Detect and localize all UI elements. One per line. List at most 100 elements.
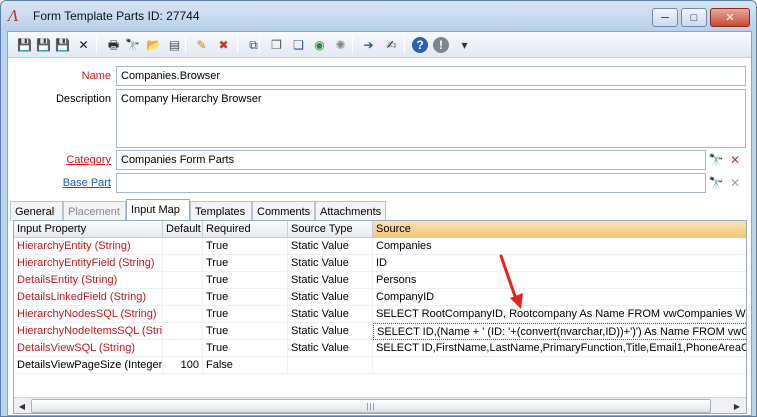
cell-required[interactable]: True: [203, 255, 288, 272]
cell-default[interactable]: [163, 340, 203, 357]
cell-default[interactable]: [163, 323, 203, 340]
base-part-link[interactable]: Base Part: [63, 177, 111, 189]
cell-source[interactable]: SELECT ID,FirstName,LastName,PrimaryFunc…: [373, 340, 746, 357]
horizontal-scrollbar[interactable]: ◀ ||| ▶: [14, 397, 746, 413]
base-part-find-icon[interactable]: 🔭: [708, 175, 724, 191]
cell-required[interactable]: False: [203, 357, 288, 374]
column-header-default[interactable]: Default: [163, 221, 203, 238]
cell-source-type[interactable]: Static Value: [288, 323, 373, 340]
notes-icon[interactable]: ▤: [165, 35, 184, 54]
tab-attachments[interactable]: Attachments: [315, 201, 386, 221]
tab-templates[interactable]: Templates: [190, 201, 252, 221]
cell-required[interactable]: True: [203, 306, 288, 323]
cell-source[interactable]: CompanyID: [373, 289, 746, 306]
web-icon[interactable]: ◉: [310, 35, 329, 54]
tab-placement[interactable]: Placement: [63, 201, 126, 221]
cell-source-type[interactable]: Static Value: [288, 238, 373, 255]
cell-default[interactable]: [163, 272, 203, 289]
cell-default[interactable]: [163, 255, 203, 272]
table-row[interactable]: DetailsViewSQL (String) True Static Value S…: [14, 340, 746, 357]
pen-icon[interactable]: ✍: [382, 35, 401, 54]
cell-required[interactable]: True: [203, 289, 288, 306]
save-all-icon[interactable]: 💾: [53, 35, 72, 54]
table-row[interactable]: HierarchyNodesSQL (String) True Static Val…: [14, 306, 746, 323]
cell-source-type[interactable]: Static Value: [288, 306, 373, 323]
cell-source[interactable]: SELECT ID,(Name + ' (ID: '+(convert(nvar…: [373, 323, 746, 340]
refresh-icon[interactable]: ✺: [331, 35, 350, 54]
cell-source[interactable]: ID: [373, 255, 746, 272]
scroll-left-icon[interactable]: ◀: [14, 399, 30, 413]
cell-default[interactable]: [163, 306, 203, 323]
column-header-source-type[interactable]: Source Type: [288, 221, 373, 238]
cell-default[interactable]: [163, 238, 203, 255]
category-clear-icon[interactable]: ✕: [727, 152, 743, 168]
cancel-edit-icon[interactable]: ✖: [214, 35, 233, 54]
edit-icon[interactable]: ✎: [192, 35, 211, 54]
save-icon[interactable]: 💾: [15, 35, 34, 54]
cell-required[interactable]: True: [203, 272, 288, 289]
category-find-icon[interactable]: 🔭: [708, 152, 724, 168]
delete-icon[interactable]: ✕: [74, 35, 93, 54]
cell-default[interactable]: [163, 289, 203, 306]
cell-property[interactable]: DetailsViewSQL (String): [14, 340, 163, 357]
description-field[interactable]: Company Hierarchy Browser: [116, 89, 746, 148]
cell-source[interactable]: [373, 357, 746, 374]
print-icon[interactable]: 🖶: [104, 35, 123, 54]
save-delete-icon[interactable]: 💾: [34, 35, 53, 54]
table-row[interactable]: DetailsViewPageSize (Integer) 100 False: [14, 357, 746, 374]
tab-general[interactable]: General: [10, 201, 63, 221]
category-link[interactable]: Category: [66, 154, 111, 166]
open-folder-icon[interactable]: 📂: [144, 35, 163, 54]
table-row[interactable]: HierarchyNodeItemsSQL (String) True Static…: [14, 323, 746, 340]
column-header-input-property[interactable]: Input Property: [14, 221, 163, 238]
minimize-button[interactable]: ─: [652, 8, 678, 27]
column-header-source[interactable]: Source: [373, 221, 746, 238]
overflow-icon[interactable]: ▾: [455, 35, 474, 54]
cell-property[interactable]: DetailsLinkedField (String): [14, 289, 163, 306]
scroll-thumb[interactable]: |||: [31, 399, 711, 413]
link-icon[interactable]: ⧉: [244, 35, 263, 54]
maximize-button[interactable]: □: [681, 8, 707, 27]
category-field[interactable]: Companies Form Parts: [116, 150, 706, 170]
cell-source-type[interactable]: Static Value: [288, 255, 373, 272]
cell-property[interactable]: DetailsEntity (String): [14, 272, 163, 289]
cell-source-type[interactable]: Static Value: [288, 340, 373, 357]
cell-source-type[interactable]: Static Value: [288, 289, 373, 306]
cell-source-type[interactable]: [288, 357, 373, 374]
cell-required[interactable]: True: [203, 323, 288, 340]
table-row[interactable]: HierarchyEntityField (String) True Static …: [14, 255, 746, 272]
base-part-field[interactable]: [116, 173, 706, 193]
input-map-grid[interactable]: ◀ ||| ▶ Input Property Default Required Sou…: [13, 220, 747, 414]
paste-icon[interactable]: ❏: [289, 35, 308, 54]
scroll-right-icon[interactable]: ▶: [729, 399, 745, 413]
table-row[interactable]: HierarchyEntity (String) True Static Value…: [14, 238, 746, 255]
close-button[interactable]: ✕: [710, 8, 750, 27]
cell-default[interactable]: 100: [163, 357, 203, 374]
tab-comments[interactable]: Comments: [252, 201, 315, 221]
cell-required[interactable]: True: [203, 340, 288, 357]
copy-icon[interactable]: ❐: [267, 35, 286, 54]
cell-required[interactable]: True: [203, 238, 288, 255]
help-icon[interactable]: ?: [412, 37, 428, 53]
cell-source[interactable]: Companies: [373, 238, 746, 255]
export-icon[interactable]: ➔: [359, 35, 378, 54]
column-header-required[interactable]: Required: [203, 221, 288, 238]
toolbar-separator: [96, 36, 97, 53]
client-area: 💾 💾 💾 ✕ 🖶 🔭 📂 ▤ ✎ ✖ ⧉ ❐ ❏ ◉ ✺ ➔ ✍?! ▾ Name Companies.Brow…: [7, 31, 752, 416]
cell-source[interactable]: Persons: [373, 272, 746, 289]
cell-property[interactable]: HierarchyEntity (String): [14, 238, 163, 255]
tab-input-map[interactable]: Input Map: [126, 199, 190, 221]
cell-property[interactable]: HierarchyEntityField (String): [14, 255, 163, 272]
cell-source-type[interactable]: Static Value: [288, 272, 373, 289]
table-row[interactable]: DetailsEntity (String) True Static Value Pe…: [14, 272, 746, 289]
cell-source[interactable]: SELECT RootCompanyID, Rootcompany As Nam…: [373, 306, 746, 323]
table-row[interactable]: DetailsLinkedField (String) True Static Va…: [14, 289, 746, 306]
cell-property[interactable]: HierarchyNodesSQL (String): [14, 306, 163, 323]
info-icon[interactable]: !: [433, 37, 449, 53]
name-label: Name: [81, 70, 111, 82]
base-part-clear-icon[interactable]: ✕: [727, 175, 743, 191]
name-field[interactable]: Companies.Browser: [116, 66, 746, 86]
cell-property[interactable]: DetailsViewPageSize (Integer): [14, 357, 163, 374]
find-icon[interactable]: 🔭: [123, 35, 142, 54]
cell-property[interactable]: HierarchyNodeItemsSQL (String): [14, 323, 163, 340]
